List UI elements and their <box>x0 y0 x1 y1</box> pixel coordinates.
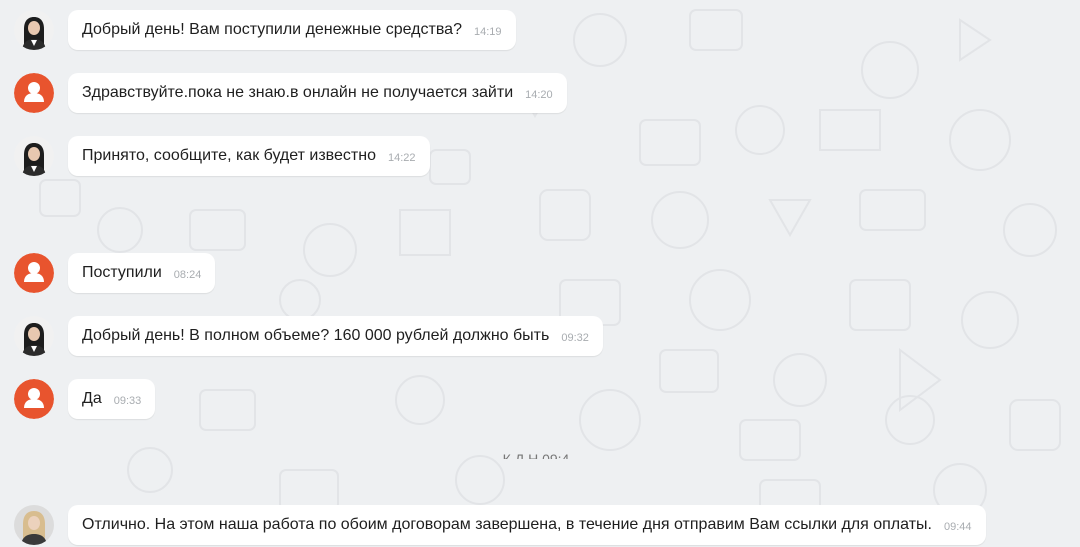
chat-message-row: Да 09:33 <box>14 379 156 419</box>
system-message-text: К Д Н 09:4 <box>502 451 570 459</box>
message-text: Да <box>82 390 102 407</box>
message-time: 14:22 <box>387 152 416 164</box>
user-silhouette-avatar-icon[interactable] <box>14 253 54 293</box>
message-bubble: Отлично. На этом наша работа по обоим до… <box>68 505 986 545</box>
blonde-woman-photo-avatar-icon[interactable] <box>14 505 54 545</box>
message-bubble: Добрый день! В полном объеме? 160 000 ру… <box>68 316 603 356</box>
message-bubble: Поступили 08:24 <box>68 253 216 293</box>
message-text: Добрый день! В полном объеме? 160 000 ру… <box>82 327 550 344</box>
woman-photo-avatar-icon[interactable] <box>14 10 54 50</box>
message-text: Добрый день! Вам поступили денежные сред… <box>82 21 462 38</box>
message-time: 09:32 <box>561 332 589 344</box>
message-bubble: Здравствуйте.пока не знаю.в онлайн не по… <box>68 73 567 113</box>
message-text: Поступили <box>82 264 162 281</box>
message-time: 09:44 <box>943 521 972 533</box>
chat-message-row: Отлично. На этом наша работа по обоим до… <box>14 505 986 545</box>
chat-message-list: Добрый день! Вам поступили денежные сред… <box>0 0 1080 547</box>
message-time: 14:20 <box>525 89 553 101</box>
chat-message-row: Добрый день! В полном объеме? 160 000 ру… <box>14 316 603 356</box>
chat-message-row: Принято, сообщите, как будет известно 14… <box>14 136 430 176</box>
message-bubble: Принято, сообщите, как будет известно 14… <box>68 136 430 176</box>
message-text: Здравствуйте.пока не знаю.в онлайн не по… <box>82 84 514 101</box>
message-bubble: Добрый день! Вам поступили денежные сред… <box>68 10 516 50</box>
message-text: Принято, сообщите, как будет известно <box>82 147 376 164</box>
chat-message-row: Здравствуйте.пока не знаю.в онлайн не по… <box>14 73 567 113</box>
user-silhouette-avatar-icon[interactable] <box>14 379 54 419</box>
message-text: Отлично. На этом наша работа по обоим до… <box>82 516 932 533</box>
user-silhouette-avatar-icon[interactable] <box>14 73 54 113</box>
woman-photo-avatar-icon[interactable] <box>14 136 54 176</box>
woman-photo-avatar-icon[interactable] <box>14 316 54 356</box>
message-time: 09:33 <box>113 395 142 407</box>
message-bubble: Да 09:33 <box>68 379 156 419</box>
message-time: 08:24 <box>173 269 202 281</box>
system-message-clipped: К Д Н 09:4 <box>0 449 1080 459</box>
chat-message-row: Поступили 08:24 <box>14 253 216 293</box>
message-time: 14:19 <box>473 26 502 38</box>
chat-message-row: Добрый день! Вам поступили денежные сред… <box>14 10 516 50</box>
